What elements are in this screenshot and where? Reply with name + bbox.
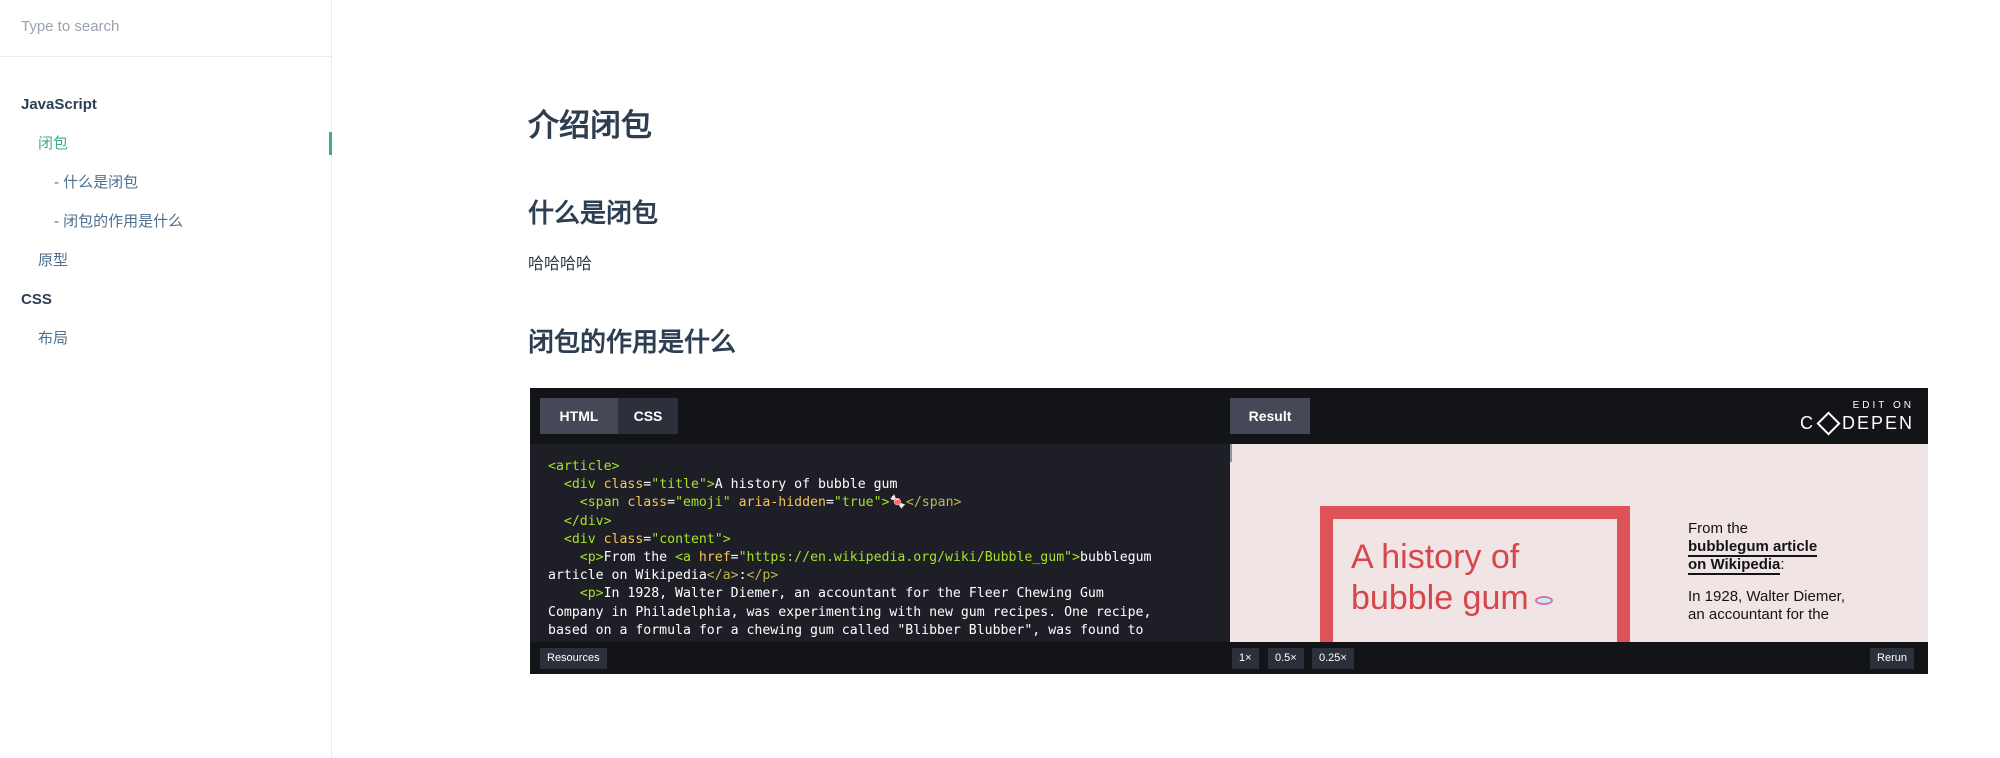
wikipedia-link-line-2: on Wikipedia [1688,556,1781,573]
code-token: "content" [651,531,723,547]
wikipedia-link[interactable]: bubblegum article on Wikipedia [1688,538,1818,575]
code-token: <div [563,531,604,547]
codepen-embed: HTML CSS Result EDIT ON C DEPEN <article… [530,388,1928,674]
code-token: In 1928, Walter Diemer, an accountant fo… [603,586,1104,602]
page-title: 介绍闭包 [528,108,652,143]
codepen-logo-rest: DEPEN [1841,413,1914,433]
code-token: class [603,531,644,547]
rerun-button[interactable]: Rerun [1870,648,1914,669]
result-paragraph-2: In 1928, Walter Diemer, an accountant fo… [1688,588,1846,623]
result-preview[interactable]: A history of bubble gum From the bubbleg… [1230,444,1928,642]
sidebar-item-layout[interactable]: 布局 [0,319,331,358]
result-title-line-1: A history of [1351,538,1520,576]
code-token: "emoji" [675,495,731,511]
sidebar: JavaScript 闭包 - 什么是闭包 - 闭包的作用是什么 原型 CSS … [0,0,332,758]
codepen-logo: C DEPEN [1799,411,1914,436]
heading-what-is-closure: 什么是闭包 [528,198,659,228]
code-token: href [698,550,731,566]
zoom-025x-button[interactable]: 0.25× [1312,648,1354,669]
code-token: A history of bubble gum [714,477,898,493]
code-token: class [603,477,644,493]
sidebar-item-closure[interactable]: 闭包 [0,124,332,163]
result-title-line-2: bubble gum [1351,578,1617,619]
code-token: article on Wikipedia [548,568,707,584]
code-token: <span [579,495,628,511]
code-token: </div> [563,513,612,529]
tab-html[interactable]: HTML [540,398,618,434]
code-token: "https://en.wikipedia.org/wiki/Bubble_gu… [738,550,1073,566]
sidebar-subitem-what-is-closure[interactable]: - 什么是闭包 [0,163,331,202]
code-token: </a> [706,568,739,584]
code-token: <article> [548,459,620,474]
code-token: class [627,495,668,511]
candy-icon [1534,595,1553,605]
code-token: aria-hidden [738,495,826,511]
edit-on-label: EDIT ON [1852,400,1914,411]
heading-closure-purpose: 闭包的作用是什么 [528,327,737,357]
codepen-cube-icon [1816,411,1841,436]
code-token: bubblegum [1080,550,1152,566]
search-box [0,0,331,57]
code-token: <div [563,477,604,493]
code-token: <a [675,550,699,566]
code-token: "true" [833,495,882,511]
code-token: <p> [579,550,604,566]
sidebar-subitem-closure-purpose[interactable]: - 闭包的作用是什么 [0,202,331,241]
code-token: : [738,568,747,584]
search-input[interactable] [21,18,311,35]
sidebar-item-prototype[interactable]: 原型 [0,241,331,280]
code-token: Company in Philadelphia, was experimenti… [548,604,1152,620]
code-token: From the [603,550,676,566]
result-content-text: From the bubblegum article on Wikipedia: … [1688,520,1848,638]
edit-on-codepen-link[interactable]: EDIT ON C DEPEN [1799,400,1914,436]
scrollbar-thumb[interactable] [1230,444,1232,462]
html-code-editor[interactable]: <article> <div class="title">A history o… [530,444,1230,642]
result-title-line-2-text: bubble gum [1351,579,1529,617]
codepen-logo-c: C [1799,413,1815,433]
resources-button[interactable]: Resources [540,648,607,669]
sidebar-group-javascript[interactable]: JavaScript [0,85,331,124]
code-token: <p> [579,586,604,602]
zoom-1x-button[interactable]: 1× [1232,648,1259,669]
tab-css[interactable]: CSS [618,398,678,434]
code-token: </p> [746,568,779,584]
paragraph-text: 哈哈哈哈 [528,256,593,273]
result-from-line: From the bubblegum article on Wikipedia: [1688,520,1848,575]
result-colon: : [1780,556,1785,573]
result-title-card: A history of bubble gum [1320,506,1630,642]
code-token: 🍬 [889,495,906,511]
code-token: based on a formula for a chewing gum cal… [548,622,1144,638]
sidebar-nav: JavaScript 闭包 - 什么是闭包 - 闭包的作用是什么 原型 CSS … [0,57,332,358]
tab-result[interactable]: Result [1230,398,1310,434]
result-from-label: From the [1688,520,1749,537]
codepen-footer: Resources 1× 0.5× 0.25× Rerun [530,642,1928,674]
codepen-header: HTML CSS Result EDIT ON C DEPEN [530,388,1928,444]
zoom-05x-button[interactable]: 0.5× [1268,648,1304,669]
wikipedia-link-line-1: bubblegum article [1688,538,1818,555]
code-token: "title" [651,477,707,493]
code-token: </span> [905,495,962,511]
sidebar-group-css[interactable]: CSS [0,280,331,319]
